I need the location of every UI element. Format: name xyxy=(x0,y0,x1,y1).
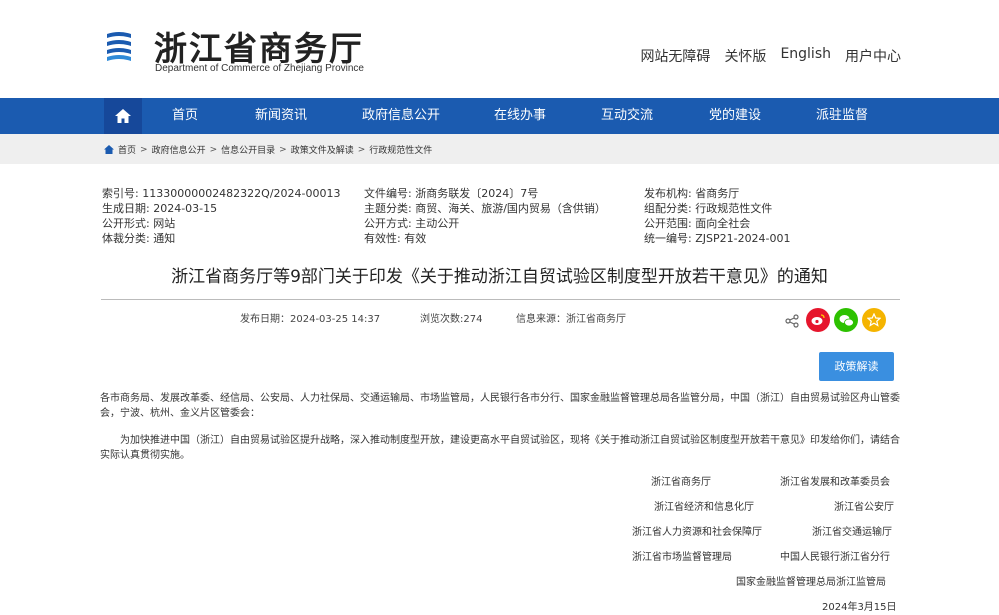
site-header: 浙江省商务厅 Department of Commerce of Zhejian… xyxy=(0,0,999,98)
main-nav: 首页 新闻资讯 政府信息公开 在线办事 互动交流 党的建设 派驻监督 xyxy=(0,98,999,134)
meta-doc-number: 文件编号: 浙商务联发〔2024〕7号 xyxy=(364,187,539,200)
user-center-link[interactable]: 用户中心 xyxy=(845,46,901,66)
nav-item-home[interactable]: 首页 xyxy=(172,98,198,134)
title-divider xyxy=(101,299,900,300)
breadcrumb: 首页 > 政府信息公开 > 信息公开目录 > 政策文件及解读 > 行政规范性文件 xyxy=(104,143,432,156)
meta-column-3: 发布机构: 省商务厅 组配分类: 行政规范性文件 公开范围: 面向全社会 统一编… xyxy=(644,186,791,246)
signatory: 浙江省经济和信息化厅 xyxy=(654,502,754,513)
breadcrumb-item[interactable]: 政策文件及解读 xyxy=(291,143,354,156)
meta-created-date: 生成日期: 2024-03-15 xyxy=(102,202,218,215)
meta-column-2: 文件编号: 浙商务联发〔2024〕7号 主题分类: 商贸、海关、旅游/国内贸易（… xyxy=(364,186,606,246)
accessibility-link[interactable]: 网站无障碍 xyxy=(640,46,710,66)
nav-item-party-building[interactable]: 党的建设 xyxy=(709,98,761,134)
nav-item-news[interactable]: 新闻资讯 xyxy=(255,98,307,134)
breadcrumb-item[interactable]: 首页 xyxy=(118,143,136,156)
signatory: 浙江省交通运输厅 xyxy=(812,527,892,538)
recipients-paragraph: 各市商务局、发展改革委、经信局、公安局、人力社保局、交通运输局、市场监管局，人民… xyxy=(100,393,900,419)
meta-unified-number: 统一编号: ZJSP21-2024-001 xyxy=(644,232,791,245)
meta-genre: 体裁分类: 通知 xyxy=(102,232,176,245)
meta-scope: 公开范围: 面向全社会 xyxy=(644,217,751,230)
meta-topic: 主题分类: 商贸、海关、旅游/国内贸易（含供销） xyxy=(364,202,606,215)
body-paragraph: 为加快推进中国（浙江）自由贸易试验区提升战略，深入推动制度型开放，建设更高水平自… xyxy=(100,435,900,461)
signing-date: 2024年3月15日 xyxy=(822,602,897,613)
english-link[interactable]: English xyxy=(780,46,831,66)
signatory: 浙江省发展和改革委员会 xyxy=(780,477,890,488)
breadcrumb-item[interactable]: 政府信息公开 xyxy=(152,143,206,156)
breadcrumb-separator: > xyxy=(209,144,218,155)
signatory: 浙江省人力资源和社会保障厅 xyxy=(632,527,762,538)
meta-publish-form: 公开形式: 网站 xyxy=(102,217,176,230)
signatory: 浙江省商务厅 xyxy=(651,477,711,488)
policy-interpretation-button[interactable]: 政策解读 xyxy=(819,352,894,381)
nav-item-online-services[interactable]: 在线办事 xyxy=(494,98,546,134)
home-icon-button[interactable] xyxy=(104,98,142,134)
site-subtitle: Department of Commerce of Zhejiang Provi… xyxy=(155,63,364,74)
meta-publisher: 发布机构: 省商务厅 xyxy=(644,187,740,200)
info-source: 信息来源：浙江省商务厅 xyxy=(516,314,626,325)
breadcrumb-separator: > xyxy=(279,144,287,155)
breadcrumb-bar: 首页 > 政府信息公开 > 信息公开目录 > 政策文件及解读 > 行政规范性文件 xyxy=(0,134,999,164)
view-count: 浏览次数:274 xyxy=(420,314,483,325)
wechat-icon[interactable] xyxy=(834,308,858,332)
nav-item-gov-info[interactable]: 政府信息公开 xyxy=(362,98,440,134)
star-icon[interactable] xyxy=(862,308,886,332)
signatory: 浙江省公安厅 xyxy=(834,502,894,513)
meta-index-number: 索引号: 11330000002482322Q/2024-00013 xyxy=(102,187,341,200)
article-title: 浙江省商务厅等9部门关于印发《关于推动浙江自贸试验区制度型开放若干意见》的通知 xyxy=(171,267,828,287)
meta-category: 组配分类: 行政规范性文件 xyxy=(644,202,773,215)
breadcrumb-item[interactable]: 信息公开目录 xyxy=(221,143,275,156)
breadcrumb-separator: > xyxy=(357,144,366,155)
home-icon xyxy=(115,109,131,123)
share-icon[interactable] xyxy=(785,314,799,328)
breadcrumb-separator: > xyxy=(140,144,148,155)
meta-validity: 有效性: 有效 xyxy=(364,232,427,245)
signatory: 国家金融监督管理总局浙江监管局 xyxy=(736,577,886,588)
top-links: 网站无障碍 关怀版 English 用户中心 xyxy=(640,46,901,66)
home-small-icon xyxy=(104,145,114,154)
meta-column-1: 索引号: 11330000002482322Q/2024-00013 生成日期:… xyxy=(102,186,341,246)
elderly-mode-link[interactable]: 关怀版 xyxy=(724,46,766,66)
signatory: 中国人民银行浙江省分行 xyxy=(780,552,890,563)
signatory: 浙江省市场监督管理局 xyxy=(632,552,732,563)
logo-icon xyxy=(107,32,131,61)
weibo-icon[interactable] xyxy=(806,308,830,332)
nav-item-interaction[interactable]: 互动交流 xyxy=(601,98,653,134)
nav-item-supervision[interactable]: 派驻监督 xyxy=(816,98,868,134)
breadcrumb-item[interactable]: 行政规范性文件 xyxy=(369,143,432,156)
publish-date: 发布日期：2024-03-25 14:37 xyxy=(240,314,381,325)
meta-publish-method: 公开方式: 主动公开 xyxy=(364,217,460,230)
